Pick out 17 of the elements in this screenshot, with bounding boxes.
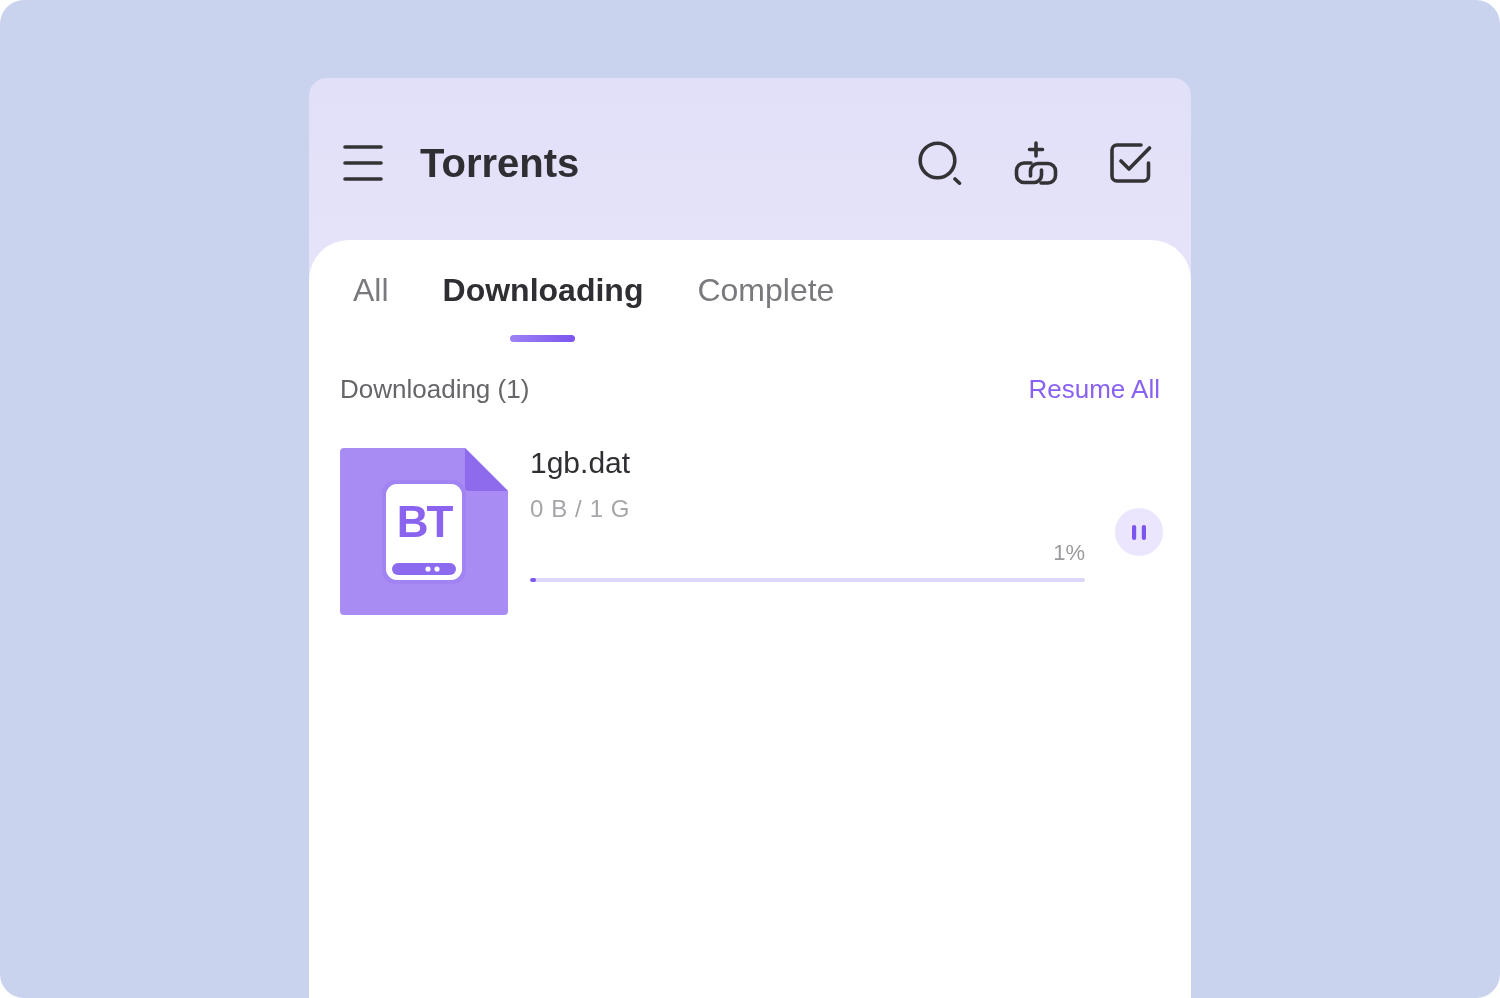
search-icon[interactable] [918,141,962,185]
tab-indicator [510,335,576,342]
section-heading: Downloading (1) [340,373,530,406]
file-name: 1gb.dat [530,448,631,478]
checkbox-icon[interactable] [1110,142,1152,184]
file-size: 0 B / 1 G [530,495,631,523]
tab[interactable]: All [353,270,389,310]
tab[interactable]: Downloading [442,270,644,342]
file-type-label: BT [396,500,452,544]
pause-button[interactable] [1115,508,1163,556]
app-title: Torrents [420,140,580,187]
tab[interactable]: Complete [697,270,835,310]
torrent-file-icon [340,448,508,615]
resume-all-link[interactable]: Resume All [1028,372,1160,406]
progress-percent: 1% [1053,540,1085,566]
menu-icon[interactable] [343,145,383,181]
add-link-icon[interactable] [1014,141,1058,185]
